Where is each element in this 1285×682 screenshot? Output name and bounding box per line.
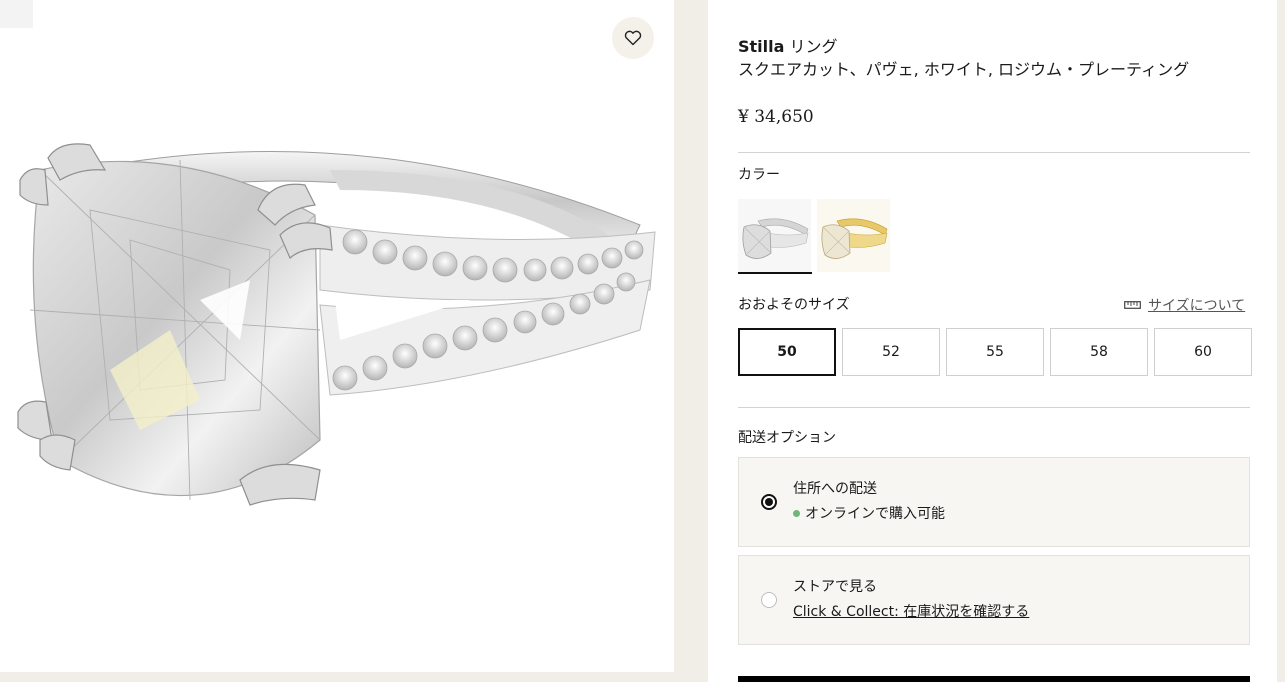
size-label: おおよそのサイズ xyxy=(738,297,850,313)
swatch-gold-image xyxy=(821,218,888,259)
product-image-panel xyxy=(0,0,674,672)
delivery-label: 配送オプション xyxy=(738,430,836,446)
size-option-52[interactable]: 52 xyxy=(842,328,940,376)
scrollbar-track[interactable] xyxy=(1277,0,1285,682)
ruler-icon xyxy=(1124,301,1141,309)
size-option-60[interactable]: 60 xyxy=(1154,328,1252,376)
delivery-option-title: ストアで見る xyxy=(793,579,877,595)
selected-swatch-indicator xyxy=(738,272,812,274)
product-name: Stilla リング xyxy=(738,36,838,58)
color-label: カラー xyxy=(738,167,780,183)
availability-dot-icon xyxy=(793,510,800,517)
delivery-option-availability: オンラインで購入可能 xyxy=(793,504,945,524)
availability-text: オンラインで購入可能 xyxy=(805,506,945,522)
size-options: 50 52 55 58 60 xyxy=(738,328,1252,376)
size-option-50[interactable]: 50 xyxy=(738,328,836,376)
product-details-panel: Stilla リング スクエアカット、パヴェ, ホワイト, ロジウム・プレーティ… xyxy=(708,0,1277,682)
color-swatch-gold[interactable] xyxy=(817,199,890,272)
size-guide-label[interactable]: サイズについて xyxy=(1148,295,1245,315)
product-brand: Stilla xyxy=(738,37,785,56)
product-description: スクエアカット、パヴェ, ホワイト, ロジウム・プレーティング xyxy=(738,60,1190,79)
delivery-option-home[interactable]: 住所への配送 オンラインで購入可能 xyxy=(738,457,1250,547)
add-to-cart-button[interactable] xyxy=(738,676,1250,682)
wishlist-button[interactable] xyxy=(612,17,654,59)
delivery-option-title: 住所への配送 xyxy=(793,481,877,497)
size-option-55[interactable]: 55 xyxy=(946,328,1044,376)
click-collect-link[interactable]: Click & Collect: 在庫状況を確認する xyxy=(793,602,1029,622)
color-swatch-white[interactable] xyxy=(738,199,811,272)
swatch-white-image xyxy=(742,218,809,259)
radio-selected[interactable] xyxy=(761,494,777,510)
size-option-58[interactable]: 58 xyxy=(1050,328,1148,376)
delivery-option-store[interactable]: ストアで見る Click & Collect: 在庫状況を確認する xyxy=(738,555,1250,645)
divider xyxy=(738,152,1250,153)
product-price: ¥ 34,650 xyxy=(738,107,814,127)
radio-unselected[interactable] xyxy=(761,592,777,608)
divider xyxy=(738,407,1250,408)
product-image-ring[interactable] xyxy=(0,0,674,672)
heart-icon xyxy=(624,30,642,46)
size-guide-link[interactable]: サイズについて xyxy=(1124,295,1245,315)
product-type: リング xyxy=(789,37,838,56)
